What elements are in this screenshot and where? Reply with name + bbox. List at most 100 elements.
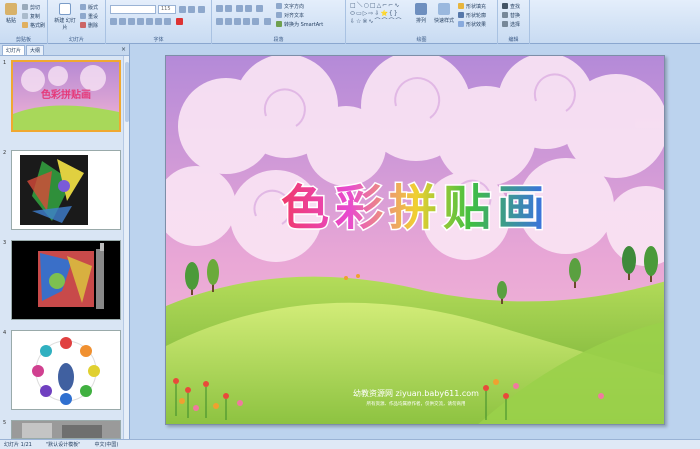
reset-icon	[80, 13, 86, 19]
cut-button[interactable]: 剪切	[22, 3, 40, 11]
watermark-subtext: 所有资源、作品均属原作者，仅供交流，请勿商用	[367, 400, 466, 407]
slide-number: 5	[3, 420, 7, 426]
shape-outline-button[interactable]: 形状轮廓	[458, 11, 486, 19]
pane-scrollbar[interactable]	[123, 56, 129, 439]
watermark-text: 幼教资源网 ziyuan.baby611.com	[353, 388, 479, 398]
paragraph-label: 段落	[273, 37, 284, 43]
bold-icon[interactable]	[110, 18, 117, 25]
slide-number: 3	[3, 240, 7, 246]
font-group: 115 字体	[106, 0, 212, 44]
slides-group: 新建 幻灯片 版式 重设 删除 幻灯片	[48, 0, 106, 44]
new-slide-icon	[59, 3, 71, 15]
shape-fill-button[interactable]: 形状填充	[458, 2, 486, 10]
arrange-button[interactable]: 排列	[412, 3, 430, 29]
effects-icon	[458, 21, 464, 27]
tab-outline[interactable]: 大纲	[26, 45, 45, 55]
delete-button[interactable]: 删除	[80, 21, 98, 29]
bullets-icon[interactable]	[216, 5, 223, 12]
shadow-icon[interactable]	[146, 18, 153, 25]
layout-icon	[80, 4, 86, 10]
format-painter-button[interactable]: 格式刷	[22, 21, 45, 29]
pane-tabs: 幻灯片 大纲	[0, 44, 129, 56]
copy-icon	[22, 13, 28, 19]
slide-editor: 色彩拼贴画 幼教资源网 ziyuan.baby611.com 所有资源、作品均属…	[131, 44, 700, 439]
find-button[interactable]: 查找	[502, 2, 520, 10]
clear-format-icon[interactable]	[198, 6, 205, 13]
italic-icon[interactable]	[119, 18, 126, 25]
slide-thumbnail[interactable]: 色彩拼贴画	[11, 60, 121, 132]
layout-button[interactable]: 版式	[80, 3, 98, 11]
smartart-button[interactable]: 转换为 SmartArt	[276, 20, 323, 28]
font-name-field[interactable]	[110, 5, 156, 14]
slide-thumbnail[interactable]	[11, 150, 121, 230]
arrange-icon	[415, 3, 427, 15]
ribbon: 粘贴 剪切 复制 格式刷 剪贴板 新建 幻灯片 版式 重设 删除 幻灯片 115…	[0, 0, 700, 44]
scissors-icon	[22, 4, 28, 10]
increase-indent-icon[interactable]	[245, 5, 252, 12]
quick-styles-button[interactable]: 快速样式	[432, 3, 456, 29]
columns-icon[interactable]	[264, 18, 271, 25]
line-spacing-icon[interactable]	[256, 5, 263, 12]
slide-number: 2	[3, 150, 7, 156]
delete-icon	[80, 22, 86, 28]
pen-icon	[458, 12, 464, 18]
slide-number: 4	[3, 330, 7, 336]
cursor-icon	[502, 21, 508, 27]
paste-button[interactable]: 粘贴	[2, 3, 20, 29]
slide-thumbnail[interactable]	[11, 330, 121, 410]
align-center-icon[interactable]	[225, 18, 232, 25]
underline-icon[interactable]	[128, 18, 135, 25]
editing-label: 编辑	[508, 37, 519, 43]
change-case-icon[interactable]	[164, 18, 171, 25]
thumb-4-image	[12, 331, 120, 409]
slide-number: 1	[3, 60, 7, 66]
slide-title[interactable]: 色彩拼贴画	[279, 179, 551, 238]
copy-button[interactable]: 复制	[22, 12, 40, 20]
slides-pane: 幻灯片 大纲 × 1 色彩拼贴画 2 3 4 5	[0, 44, 130, 439]
drawing-group: □＼○□△⌐⌐∿ ⬭▭▷⇨⇩⭐{} ⇩☆※∿⌒⌒⌒⌒ 排列 快速样式 形状填充 形状…	[346, 0, 498, 44]
align-left-icon[interactable]	[216, 18, 223, 25]
editing-group: 查找 替换 选择 编辑	[498, 0, 530, 44]
replace-icon	[502, 12, 508, 18]
grow-font-icon[interactable]	[179, 6, 186, 13]
drawing-label: 绘图	[416, 37, 427, 43]
binoculars-icon	[502, 3, 508, 9]
tab-slides[interactable]: 幻灯片	[2, 45, 26, 55]
theme-name: "默认设计模板"	[45, 442, 81, 448]
decrease-indent-icon[interactable]	[236, 5, 243, 12]
reset-button[interactable]: 重设	[80, 12, 98, 20]
text-direction-button[interactable]: 文字方向	[276, 2, 304, 10]
font-label: 字体	[153, 37, 164, 43]
language-indicator[interactable]: 中文(中国)	[94, 441, 118, 448]
spacing-icon[interactable]	[155, 18, 162, 25]
numbering-icon[interactable]	[225, 5, 232, 12]
align-right-icon[interactable]	[234, 18, 241, 25]
slide-position: 幻灯片 1/21	[4, 442, 32, 448]
align-text-button[interactable]: 对齐文本	[276, 11, 304, 19]
font-color-icon[interactable]	[176, 18, 183, 25]
clipboard-label: 剪贴板	[15, 37, 31, 43]
font-size-field[interactable]: 115	[158, 5, 176, 14]
select-button[interactable]: 选择	[502, 20, 520, 28]
align-text-icon	[276, 12, 282, 18]
shapes-gallery[interactable]: □＼○□△⌐⌐∿ ⬭▭▷⇨⇩⭐{} ⇩☆※∿⌒⌒⌒⌒	[350, 2, 410, 26]
new-slide-button[interactable]: 新建 幻灯片	[54, 3, 76, 31]
current-slide[interactable]: 色彩拼贴画 幼教资源网 ziyuan.baby611.com 所有资源、作品均属…	[165, 55, 665, 425]
scrollbar-thumb[interactable]	[125, 62, 129, 122]
slide-thumbnail[interactable]	[11, 420, 121, 439]
brush-icon	[22, 22, 28, 28]
justify-icon[interactable]	[243, 18, 250, 25]
thumb-3-image	[12, 241, 120, 319]
smartart-icon	[276, 21, 282, 27]
slides-label: 幻灯片	[68, 37, 84, 43]
thumb-5-image	[12, 421, 120, 438]
replace-button[interactable]: 替换	[502, 11, 520, 19]
paste-icon	[5, 3, 17, 15]
close-icon[interactable]: ×	[121, 46, 126, 53]
paragraph-group: 文字方向 对齐文本 转换为 SmartArt 段落	[212, 0, 346, 44]
shape-effects-button[interactable]: 形状效果	[458, 20, 486, 28]
shrink-font-icon[interactable]	[188, 6, 195, 13]
distribute-icon[interactable]	[252, 18, 259, 25]
strikethrough-icon[interactable]	[137, 18, 144, 25]
slide-thumbnail[interactable]	[11, 240, 121, 320]
